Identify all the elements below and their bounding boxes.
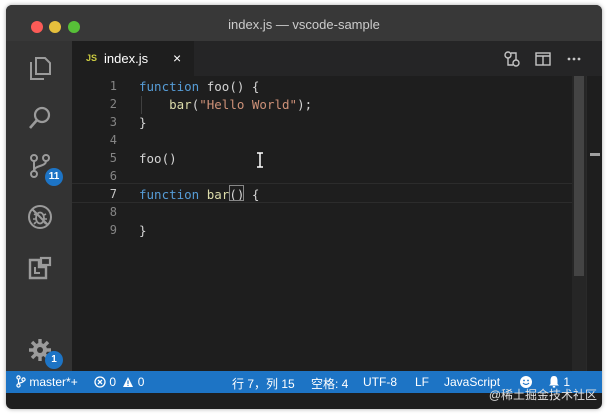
error-count: 0 xyxy=(109,375,117,389)
open-changes-icon[interactable] xyxy=(503,50,521,68)
close-tab-icon[interactable]: × xyxy=(173,50,181,66)
line-number: 9 xyxy=(109,223,117,237)
split-editor-icon[interactable] xyxy=(534,50,552,68)
code-token: foo() { xyxy=(199,79,260,94)
line-number: 5 xyxy=(109,151,117,165)
indentation-setting[interactable]: 空格: 4 xyxy=(311,375,348,392)
code-editor[interactable]: 1 2 3 4 5 6 7 8 9 function foo() { bar("… xyxy=(72,76,602,371)
code-line-5: foo() xyxy=(139,151,177,166)
more-actions-icon[interactable] xyxy=(565,50,583,68)
problems-indicator[interactable]: 0 0 xyxy=(94,375,144,389)
line-number: 4 xyxy=(109,133,117,147)
tab-index-js[interactable]: JS index.js × xyxy=(72,41,194,76)
manage-badge: 1 xyxy=(45,351,63,369)
code-line-9: } xyxy=(139,223,147,238)
code-line-3: } xyxy=(139,115,147,130)
branch-name: master*+ xyxy=(29,375,78,389)
line-number: 8 xyxy=(109,205,117,219)
line-number: 6 xyxy=(109,169,117,183)
keyword-token: function xyxy=(139,79,200,94)
tab-label: index.js xyxy=(104,51,149,66)
line-number-active: 7 xyxy=(109,187,117,201)
eol-setting[interactable]: LF xyxy=(415,375,429,389)
vscode-window: index.js — vscode-sample 11 1 JS index.j… xyxy=(6,5,602,409)
editor-scrollbar[interactable] xyxy=(572,76,586,371)
warning-icon xyxy=(123,377,134,387)
window-title: index.js — vscode-sample xyxy=(228,17,380,32)
line-number: 3 xyxy=(109,115,117,129)
cursor-position[interactable]: 行 7，列 15 xyxy=(232,375,295,392)
code-line-1: function foo() { xyxy=(139,79,259,94)
code-token: ); xyxy=(297,97,313,112)
line-number: 2 xyxy=(109,97,117,111)
title-bar: index.js — vscode-sample xyxy=(6,5,602,41)
search-icon[interactable] xyxy=(27,105,53,131)
warning-count: 0 xyxy=(137,375,145,389)
javascript-file-icon: JS xyxy=(86,53,98,63)
watermark: @稀土掘金技术社区 xyxy=(488,388,597,402)
line-number: 1 xyxy=(109,79,117,93)
function-token: bar xyxy=(199,187,230,202)
git-branch-icon xyxy=(16,375,26,388)
branch-indicator[interactable]: master*+ xyxy=(16,375,78,389)
code-line-2: bar("Hello World"); xyxy=(139,97,312,112)
scrollbar-thumb[interactable] xyxy=(574,76,584,276)
keyword-token: function xyxy=(139,187,200,202)
error-icon xyxy=(94,376,106,388)
files-icon[interactable] xyxy=(27,55,53,81)
editor-tabs-bar: JS index.js × xyxy=(72,41,602,76)
overview-ruler-marker xyxy=(590,153,600,156)
extensions-icon[interactable] xyxy=(27,255,53,281)
string-token: "Hello World" xyxy=(199,97,298,112)
function-token: bar xyxy=(169,97,192,112)
text-cursor-icon xyxy=(257,152,263,168)
code-token: { xyxy=(244,187,260,202)
encoding-setting[interactable]: UTF-8 xyxy=(363,375,397,389)
overview-ruler xyxy=(586,76,602,371)
activity-bar: 11 1 xyxy=(6,41,72,371)
source-control-badge: 11 xyxy=(45,168,63,186)
no-bug-icon[interactable] xyxy=(27,204,53,230)
bracket-match-highlight xyxy=(229,185,244,201)
